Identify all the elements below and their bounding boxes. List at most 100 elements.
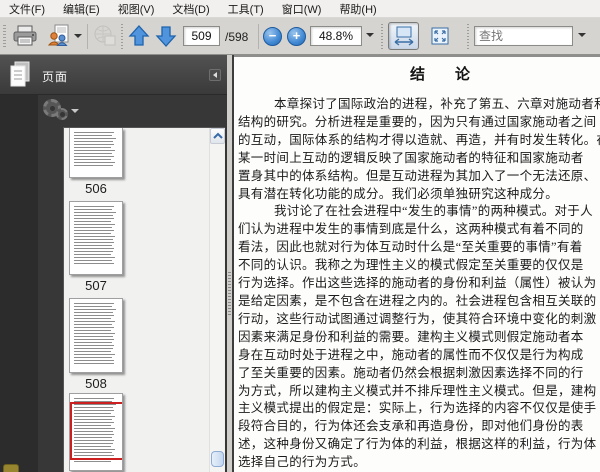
thumbnail-text-line — [74, 236, 116, 237]
thumbnail-text-line — [74, 363, 115, 364]
thumbnail-text-line — [74, 230, 115, 231]
collaborate-button[interactable] — [44, 22, 84, 50]
menu-file[interactable]: 文件(F) — [0, 0, 54, 19]
thumbnail-text-line — [74, 245, 112, 246]
previous-page-button[interactable] — [126, 22, 151, 50]
document-line: 我讨论了在社会进程中“发生的事情”的两种模式。对于人 — [274, 204, 593, 219]
toolbar-separator — [258, 24, 259, 49]
thumbnail-text-line — [74, 321, 115, 322]
panel-title: 页面 — [42, 70, 69, 84]
document-line: 行为选择。作出这些选择的施动者的身份和利益（属性）被认为 — [238, 276, 597, 291]
document-line: 述，这种身份又确定了行为体的利益，根据这样的利益，行为体 — [238, 437, 597, 452]
thumbnail-text-line — [74, 309, 116, 310]
menu-edit[interactable]: 编辑(E) — [54, 0, 109, 19]
document-line: 看法，因此也就对行为体互动时什么是“至关重要的事情”有着 — [238, 240, 583, 255]
share-review-button-disabled — [90, 22, 120, 50]
pane-splitter[interactable] — [227, 55, 234, 472]
page-number-input[interactable] — [183, 26, 220, 46]
page-thumbnail[interactable] — [69, 201, 123, 275]
thumbnail-text-line — [74, 242, 114, 243]
thumbnail-text-line — [74, 138, 116, 139]
find-input[interactable] — [474, 26, 573, 46]
thumbnail-text-line — [74, 206, 115, 207]
thumbnails-scrollbar[interactable] — [209, 128, 225, 472]
toolbar-separator — [87, 24, 88, 49]
page-thumbnail[interactable] — [69, 298, 123, 373]
document-line: 身在互动时处于进程之中，施动者的属性而不仅仅是行为构成 — [238, 347, 584, 362]
thumbnail-page-number: 508 — [85, 376, 107, 391]
zoom-caret-icon[interactable] — [366, 33, 374, 37]
document-line: 段符合目的，行为体还会支承和再造身份，即对他们身份的表 — [238, 419, 584, 434]
thumbnail-text-line — [74, 324, 113, 325]
thumbnail-text-line — [74, 165, 114, 166]
zoom-in-button[interactable]: + — [287, 27, 306, 46]
collapse-arrow-icon — [213, 72, 217, 78]
menu-document[interactable]: 文档(D) — [163, 0, 218, 19]
collaborate-caret-icon — [73, 34, 82, 38]
thumbnail-text-line — [74, 239, 114, 240]
toolbar-grip[interactable] — [3, 25, 6, 49]
document-line: 某一时间上互动的逻辑反映了国家施动者的特征和国家施动者 — [238, 150, 584, 165]
page-thumbnail[interactable] — [69, 128, 123, 178]
scroll-up-button[interactable] — [210, 128, 225, 144]
thumbnail-text-line — [74, 354, 115, 355]
scrollbar-thumb[interactable] — [211, 451, 224, 467]
toolbar-separator — [381, 24, 383, 49]
thumbnail-page-number: 506 — [85, 181, 107, 196]
pdf-reader-window: 文件(F) 编辑(E) 视图(V) 文档(D) 工具(T) 窗口(W) 帮助(H… — [0, 0, 600, 472]
splitter-grip-icon — [228, 272, 231, 316]
menu-help[interactable]: 帮助(H) — [330, 0, 385, 19]
thumbnail-text-line — [74, 212, 116, 213]
menu-window[interactable]: 窗口(W) — [273, 0, 331, 19]
thumbnail-text-line — [74, 254, 112, 255]
thumbnail-text-line — [74, 357, 113, 358]
thumbnail-page-number: 507 — [85, 278, 107, 293]
thumbnail-text-line — [74, 209, 112, 210]
next-page-button[interactable] — [153, 22, 178, 50]
thumbnail-text-line — [74, 141, 113, 142]
thumbnail-text-line — [74, 162, 116, 163]
toolbar-separator — [121, 24, 123, 49]
options-caret-icon[interactable] — [71, 109, 79, 113]
thumbnail-text-line — [74, 330, 112, 331]
thumbnail-text-line — [74, 342, 112, 343]
thumbnails-viewport: 506 507 508 — [63, 127, 225, 472]
thumbnail-text-line — [74, 336, 114, 337]
thumbnail-text-line — [74, 233, 112, 234]
thumbnail-text-line — [74, 156, 115, 157]
thumbnail-text-line — [74, 215, 113, 216]
thumbnail-text-line — [74, 312, 113, 313]
thumbnail-text-line — [74, 461, 111, 462]
fit-page-button[interactable] — [424, 22, 455, 50]
toolbar-separator — [467, 24, 469, 49]
collapse-panel-button[interactable] — [209, 69, 221, 81]
menu-view[interactable]: 视图(V) — [109, 0, 164, 19]
thumbnail-text-line — [74, 351, 112, 352]
thumbnail-text-line — [74, 218, 114, 219]
page-thumbnail[interactable] — [69, 393, 123, 471]
attachments-icon[interactable] — [3, 464, 19, 472]
document-line: 具有潜在转化功能的成分。我们必须单独研究这种成分。 — [238, 186, 559, 201]
pages-panel-header: 页面 — [0, 55, 227, 95]
thumbnail-text-line — [74, 251, 113, 252]
document-body: 本章探讨了国际政治的进程，补充了第五、六章对施动者和 结构的研究。分析进程是重要的… — [238, 96, 600, 472]
menu-tools[interactable]: 工具(T) — [219, 0, 273, 19]
page-total-label: /598 — [225, 30, 249, 44]
print-button[interactable] — [8, 22, 42, 50]
thumbnail-text-line — [74, 327, 115, 328]
zoom-level-input[interactable]: 48.8% — [310, 26, 362, 46]
thumbnail-text-line — [74, 153, 113, 154]
thumbnail-text-line — [74, 132, 115, 133]
printer-icon — [12, 24, 38, 48]
pages-icon[interactable] — [8, 60, 32, 90]
document-line: 不同的认识。我称之为理性主义的模式假定至关重要的仅仅是 — [238, 258, 584, 273]
thumbnail-text-line — [74, 224, 115, 225]
document-view[interactable]: 结 论 本章探讨了国际政治的进程，补充了第五、六章对施动者和 结构的研究。分析进程… — [234, 55, 600, 472]
thumbnail-text-line — [74, 333, 116, 334]
thumbnail-text-line — [74, 306, 112, 307]
panel-rail — [0, 55, 38, 472]
find-caret-icon[interactable] — [578, 33, 586, 37]
zoom-out-button[interactable]: − — [263, 27, 282, 46]
menu-bar: 文件(F) 编辑(E) 视图(V) 文档(D) 工具(T) 窗口(W) 帮助(H… — [0, 0, 600, 18]
fit-width-button[interactable] — [388, 22, 419, 50]
